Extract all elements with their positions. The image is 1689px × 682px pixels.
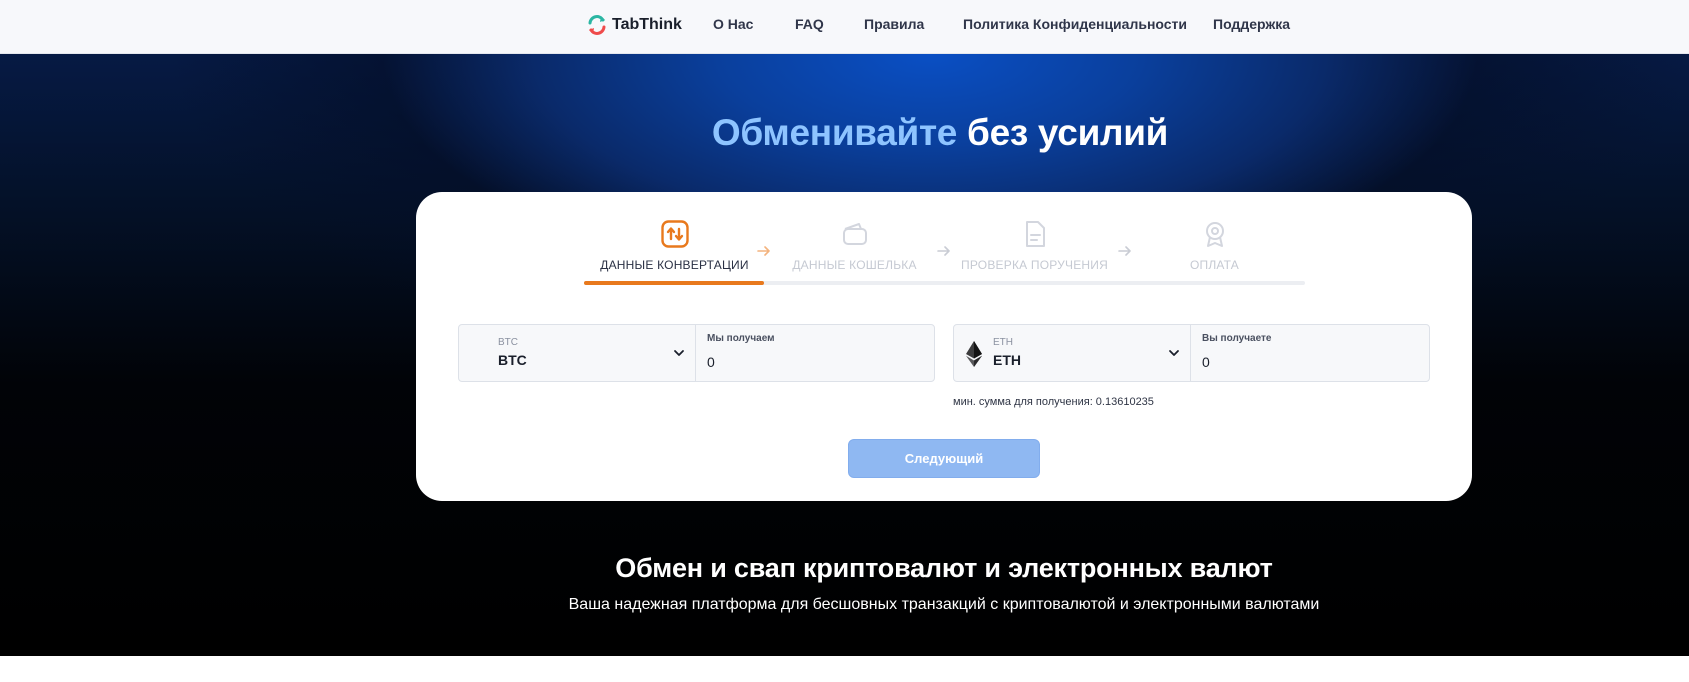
nav-link-support[interactable]: Поддержка	[1213, 16, 1290, 32]
top-navbar: TabThink О Нас FAQ Правила Политика Конф…	[0, 0, 1689, 54]
hero-title-highlight: Обменивайте	[711, 112, 958, 153]
min-amount-note: мин. сумма для получения: 0.13610235	[953, 396, 1154, 408]
receive-exchange-box: ETH ETH Вы получаете	[953, 324, 1430, 382]
send-amount-label: Мы получаем	[707, 333, 775, 344]
send-currency-name: BTC	[498, 352, 527, 368]
nav-link-about[interactable]: О Нас	[713, 16, 753, 32]
receive-amount-field: Вы получаете	[1191, 325, 1429, 381]
hero-title-rest: без усилий	[967, 112, 1169, 153]
section-subtitle: Ваша надежная платформа для бесшовных тр…	[568, 596, 1320, 613]
send-amount-input[interactable]	[707, 351, 917, 373]
nav-link-privacy[interactable]: Политика Конфиденциальности	[963, 16, 1187, 32]
step-label: ОПЛАТА	[1189, 258, 1240, 272]
receive-amount-input[interactable]	[1202, 351, 1412, 373]
step-order-verification[interactable]: ПРОВЕРКА ПОРУЧЕНИЯ	[944, 218, 1125, 286]
receive-amount-label: Вы получаете	[1202, 333, 1272, 344]
send-currency-select[interactable]: BTC BTC	[459, 325, 695, 381]
send-currency-code: BTC	[498, 337, 518, 348]
section-title: Обмен и свап криптовалют и электронных в…	[615, 553, 1273, 583]
wallet-icon	[842, 223, 867, 245]
chevron-down-icon	[1169, 350, 1179, 356]
swap-icon	[660, 220, 689, 248]
hero-title: Обменивайте без усилий	[0, 112, 1689, 154]
step-progress-fill	[584, 281, 765, 285]
receive-currency-name: ETH	[993, 352, 1021, 368]
document-icon	[1025, 221, 1045, 247]
ethereum-icon	[966, 341, 982, 367]
logo[interactable]: TabThink	[586, 13, 682, 37]
step-payment[interactable]: ОПЛАТА	[1124, 218, 1305, 286]
next-button[interactable]: Следующий	[848, 439, 1040, 478]
nav-link-faq[interactable]: FAQ	[795, 16, 824, 32]
stepper: ДАННЫЕ КОНВЕРТАЦИИ ДАННЫЕ КОШЕЛЬКА ПРОВЕ…	[584, 218, 1305, 286]
step-conversion-data[interactable]: ДАННЫЕ КОНВЕРТАЦИИ	[584, 218, 765, 286]
send-amount-field: Мы получаем	[696, 325, 934, 381]
badge-icon	[1205, 222, 1224, 247]
step-progress-bar	[584, 281, 1305, 285]
send-exchange-box: BTC BTC Мы получаем	[458, 324, 935, 382]
step-label: ДАННЫЕ КОНВЕРТАЦИИ	[600, 258, 749, 272]
nav-link-rules[interactable]: Правила	[864, 16, 924, 32]
step-label: ДАННЫЕ КОШЕЛЬКА	[792, 258, 917, 272]
chevron-down-icon	[674, 350, 684, 356]
step-wallet-data[interactable]: ДАННЫЕ КОШЕЛЬКА	[764, 218, 945, 286]
exchange-logo-icon	[588, 15, 606, 35]
receive-currency-select[interactable]: ETH ETH	[954, 325, 1190, 381]
logo-text: TabThink	[612, 16, 682, 33]
step-label: ПРОВЕРКА ПОРУЧЕНИЯ	[961, 258, 1108, 272]
receive-currency-code: ETH	[993, 337, 1013, 348]
